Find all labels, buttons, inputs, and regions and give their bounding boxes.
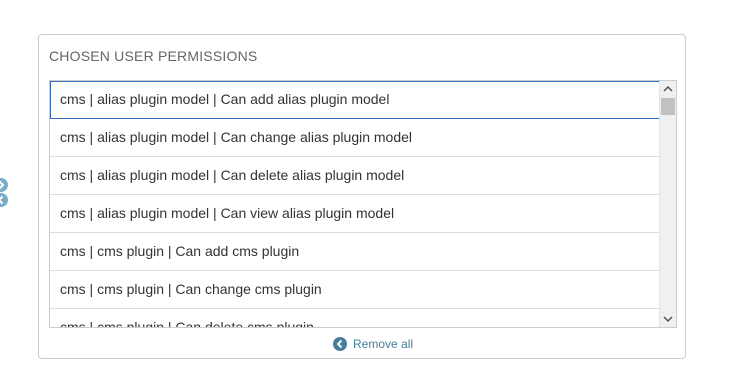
chosen-permissions-box: CHOSEN USER PERMISSIONS cms | alias plug…: [38, 34, 686, 359]
chevron-left-circle-icon: [333, 337, 347, 351]
list-item[interactable]: cms | cms plugin | Can change cms plugin: [50, 271, 660, 309]
list-item[interactable]: cms | alias plugin model | Can add alias…: [50, 81, 660, 119]
list-item[interactable]: cms | cms plugin | Can add cms plugin: [50, 233, 660, 271]
chosen-permissions-list[interactable]: cms | alias plugin model | Can add alias…: [50, 81, 660, 327]
scrollbar[interactable]: [659, 81, 676, 327]
move-left-icon[interactable]: [0, 193, 8, 207]
selector-move-controls: [0, 178, 8, 208]
remove-all-label: Remove all: [353, 337, 414, 351]
chosen-permissions-select[interactable]: cms | alias plugin model | Can add alias…: [49, 80, 677, 328]
move-right-icon[interactable]: [0, 178, 8, 192]
list-item[interactable]: cms | alias plugin model | Can delete al…: [50, 157, 660, 195]
list-item[interactable]: cms | alias plugin model | Can view alia…: [50, 195, 660, 233]
scroll-thumb[interactable]: [661, 98, 675, 115]
list-item[interactable]: cms | alias plugin model | Can change al…: [50, 119, 660, 157]
remove-all-button[interactable]: Remove all: [333, 336, 413, 352]
list-item[interactable]: cms | cms plugin | Can delete cms plugin: [50, 309, 660, 327]
chosen-title: CHOSEN USER PERMISSIONS: [49, 48, 258, 64]
scroll-down-icon[interactable]: [660, 311, 676, 327]
scroll-up-icon[interactable]: [660, 81, 676, 97]
